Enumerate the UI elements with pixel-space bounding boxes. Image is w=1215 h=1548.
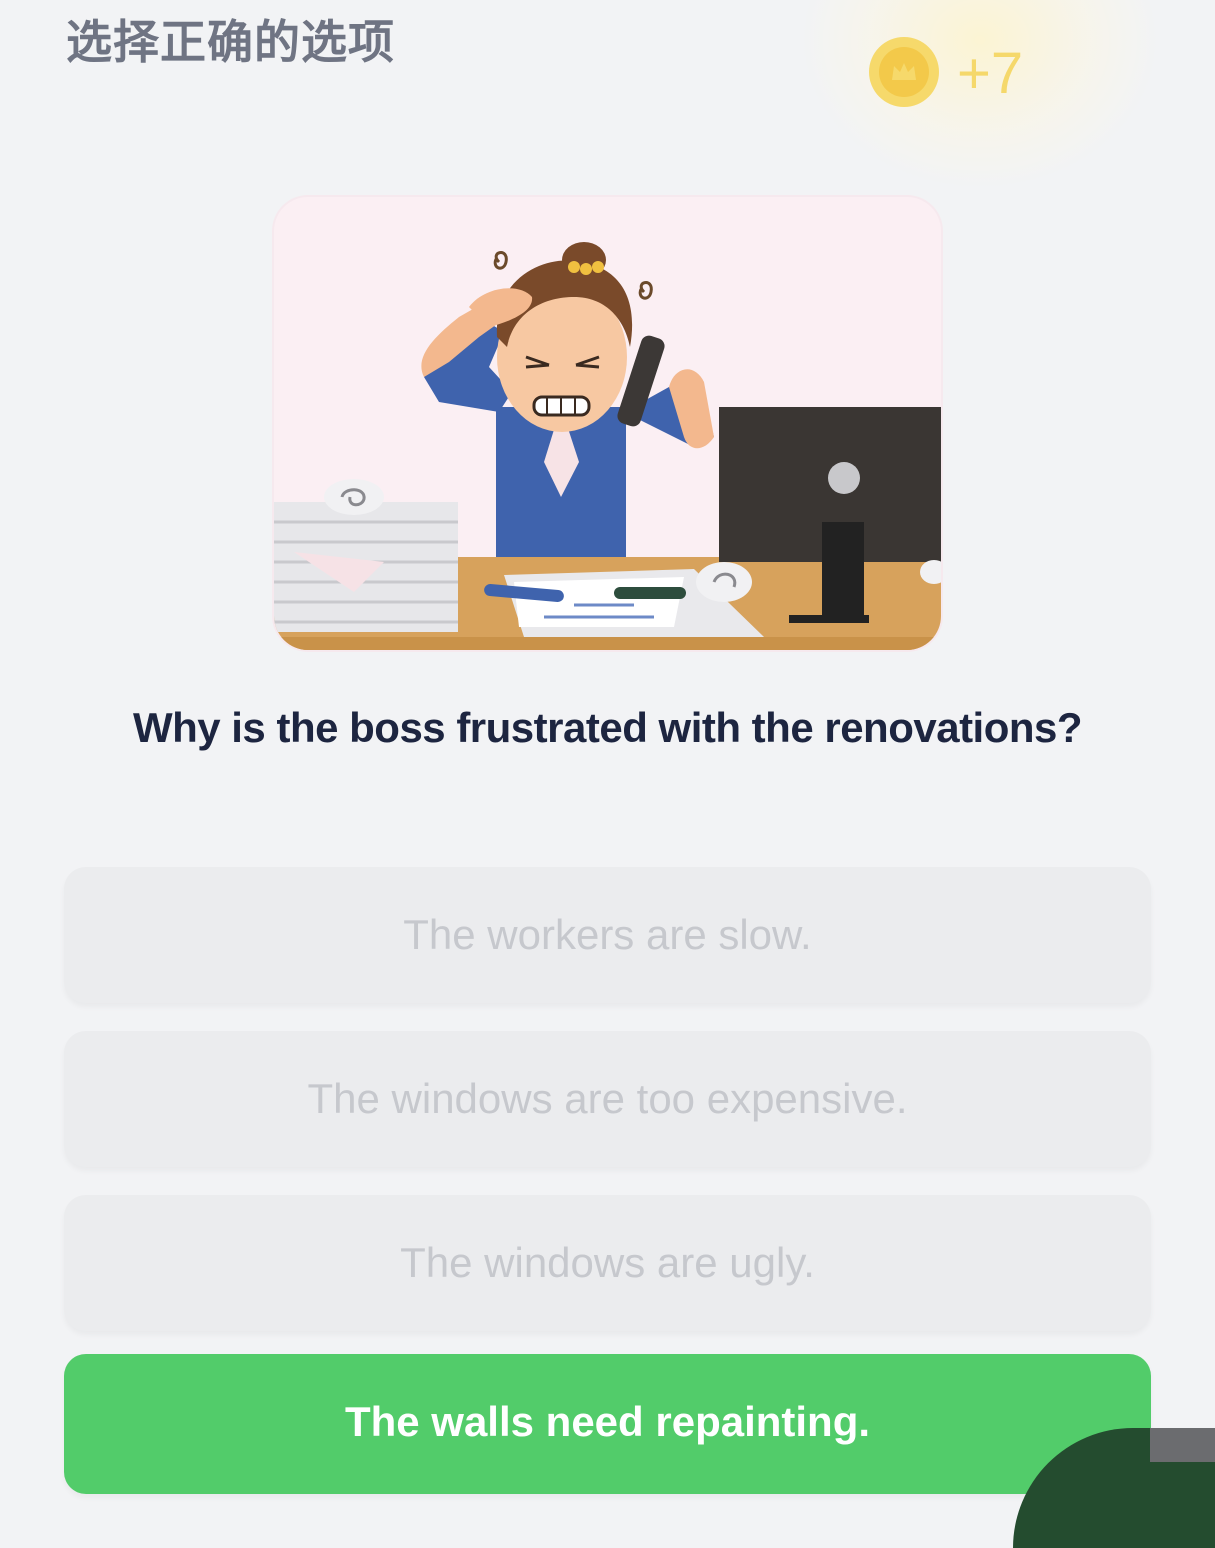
crown-coin-icon bbox=[869, 37, 939, 107]
option-workers-slow[interactable]: The workers are slow. bbox=[64, 867, 1151, 1003]
option-windows-expensive[interactable]: The windows are too expensive. bbox=[64, 1031, 1151, 1167]
reward-points: +7 bbox=[957, 41, 1024, 106]
instruction-title: 选择正确的选项 bbox=[66, 15, 395, 69]
option-walls-repainting[interactable]: The walls need repainting. bbox=[64, 1354, 1151, 1494]
option-windows-ugly[interactable]: The windows are ugly. bbox=[64, 1195, 1151, 1331]
question-text: Why is the boss frustrated with the reno… bbox=[132, 704, 1083, 751]
frustrated-boss-illustration bbox=[274, 197, 941, 650]
corner-overlay bbox=[1150, 1428, 1215, 1462]
